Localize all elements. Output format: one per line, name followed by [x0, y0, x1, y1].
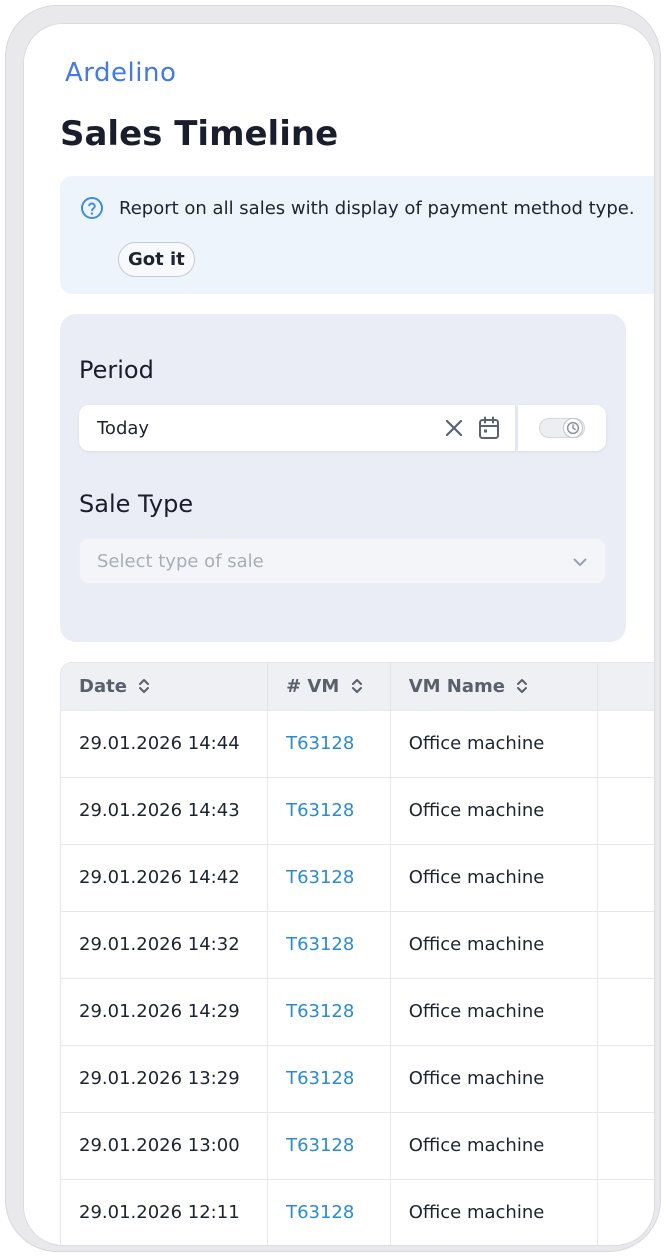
clear-icon[interactable] — [442, 416, 466, 440]
cell-extra — [597, 1111, 654, 1179]
got-it-button[interactable]: Got it — [118, 242, 195, 277]
cell-vm-name: Office machine — [390, 776, 598, 844]
table-row[interactable]: 29.01.2026 14:42 T63128 Office machine — [61, 843, 654, 911]
vm-link[interactable]: T63128 — [286, 1068, 354, 1089]
vm-link[interactable]: T63128 — [286, 1202, 354, 1223]
sort-icon — [351, 678, 362, 693]
time-toggle-container — [518, 405, 606, 451]
cell-vm: T63128 — [267, 709, 391, 777]
cell-extra — [597, 1178, 654, 1245]
vm-link[interactable]: T63128 — [286, 800, 354, 821]
table-row[interactable]: 29.01.2026 14:43 T63128 Office machine — [61, 776, 654, 844]
cell-date: 29.01.2026 14:32 — [61, 910, 269, 978]
vm-link[interactable]: T63128 — [286, 1001, 354, 1022]
cell-extra — [597, 1044, 654, 1112]
vm-link[interactable]: T63128 — [286, 934, 354, 955]
sort-icon — [139, 678, 150, 693]
sale-type-select[interactable]: Select type of sale — [79, 538, 606, 584]
cell-vm-name: Office machine — [390, 910, 598, 978]
vm-link[interactable]: T63128 — [286, 1135, 354, 1156]
table-row[interactable]: 29.01.2026 14:29 T63128 Office machine — [61, 977, 654, 1045]
period-input[interactable]: Today — [79, 405, 515, 451]
column-header-date[interactable]: Date — [61, 663, 269, 710]
table-row[interactable]: 29.01.2026 13:00 T63128 Office machine — [61, 1111, 654, 1179]
page-title: Sales Timeline — [60, 114, 339, 154]
cell-date: 29.01.2026 14:44 — [61, 709, 269, 777]
period-label: Period — [79, 356, 154, 384]
cell-vm-name: Office machine — [390, 977, 598, 1045]
period-value: Today — [97, 418, 150, 439]
cell-date: 29.01.2026 12:11 — [61, 1178, 269, 1245]
calendar-icon[interactable] — [477, 415, 501, 441]
brand-logo[interactable]: Ardelino — [65, 58, 176, 88]
table-row[interactable]: 29.01.2026 14:32 T63128 Office machine — [61, 910, 654, 978]
sort-icon — [517, 678, 528, 693]
question-circle-icon — [81, 197, 103, 219]
column-header-extra — [597, 663, 654, 710]
cell-vm: T63128 — [267, 910, 391, 978]
cell-extra — [597, 776, 654, 844]
app-screen: Ardelino Sales Timeline Report on all sa… — [23, 23, 655, 1246]
cell-vm: T63128 — [267, 977, 391, 1045]
cell-vm: T63128 — [267, 1111, 391, 1179]
cell-vm: T63128 — [267, 776, 391, 844]
cell-vm: T63128 — [267, 1044, 391, 1112]
info-text: Report on all sales with display of paym… — [119, 198, 635, 219]
cell-extra — [597, 977, 654, 1045]
table-row[interactable]: 29.01.2026 12:11 T63128 Office machine — [61, 1178, 654, 1245]
vm-link[interactable]: T63128 — [286, 867, 354, 888]
cell-date: 29.01.2026 14:43 — [61, 776, 269, 844]
time-toggle[interactable] — [539, 418, 585, 438]
cell-vm-name: Office machine — [390, 843, 598, 911]
cell-extra — [597, 709, 654, 777]
vm-link[interactable]: T63128 — [286, 733, 354, 754]
cell-date: 29.01.2026 13:00 — [61, 1111, 269, 1179]
sale-type-placeholder: Select type of sale — [97, 551, 264, 572]
cell-extra — [597, 843, 654, 911]
clock-icon — [563, 418, 583, 438]
cell-date: 29.01.2026 13:29 — [61, 1044, 269, 1112]
table-header-row: Date # VM VM Name — [61, 663, 654, 710]
cell-date: 29.01.2026 14:29 — [61, 977, 269, 1045]
sales-table: Date # VM VM Name 29.01.2026 14:44 T6312… — [60, 662, 654, 1245]
cell-vm: T63128 — [267, 843, 391, 911]
device-frame: Ardelino Sales Timeline Report on all sa… — [5, 5, 661, 1252]
chevron-down-icon — [573, 558, 587, 566]
cell-extra — [597, 910, 654, 978]
cell-date: 29.01.2026 14:42 — [61, 843, 269, 911]
filters-panel: Period Today Sale Type Select type of sa… — [60, 314, 626, 642]
cell-vm-name: Office machine — [390, 709, 598, 777]
table-row[interactable]: 29.01.2026 13:29 T63128 Office machine — [61, 1044, 654, 1112]
cell-vm-name: Office machine — [390, 1111, 598, 1179]
cell-vm-name: Office machine — [390, 1044, 598, 1112]
table-row[interactable]: 29.01.2026 14:44 T63128 Office machine — [61, 709, 654, 777]
cell-vm-name: Office machine — [390, 1178, 598, 1245]
cell-vm: T63128 — [267, 1178, 391, 1245]
sale-type-label: Sale Type — [79, 490, 194, 518]
column-header-vm-name[interactable]: VM Name — [390, 663, 598, 710]
column-header-vm[interactable]: # VM — [267, 663, 391, 710]
info-banner: Report on all sales with display of paym… — [60, 176, 654, 294]
